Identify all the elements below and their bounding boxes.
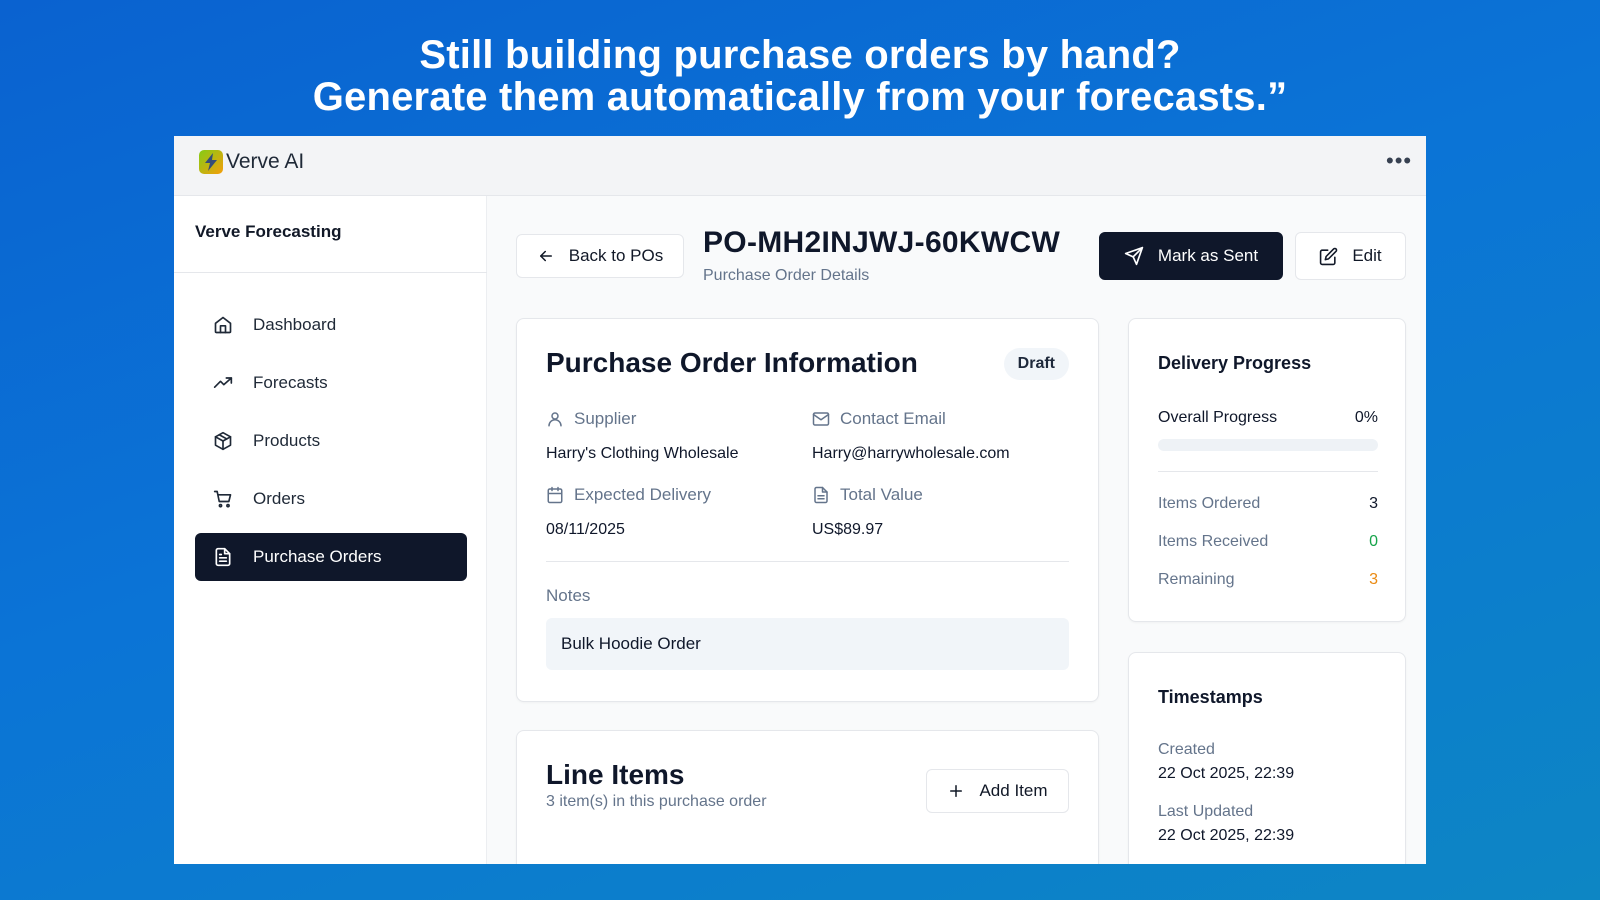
items-received-value: 0 [1369,533,1378,550]
add-item-button[interactable]: Add Item [926,769,1069,813]
card-title: Purchase Order Information [546,347,918,378]
sidebar-item-label: Orders [253,489,305,508]
user-icon [548,412,562,427]
remaining-row: Remaining 3 [1158,571,1378,589]
timestamps-card: Timestamps Created 22 Oct 2025, 22:39 La… [1128,652,1406,864]
created-label: Created [1158,741,1215,758]
total-label-text: Total Value [840,485,923,504]
remaining-value: 3 [1369,571,1378,588]
total-label: Total Value [812,485,923,505]
sidebar: Verve Forecasting Dashboard Forecasts Pr… [174,196,487,864]
overall-progress-row: Overall Progress 0% [1158,409,1378,427]
package-icon [214,431,232,451]
sidebar-nav: Dashboard Forecasts Products Orders Purc… [195,301,467,591]
add-item-label: Add Item [979,781,1048,800]
total-value: US$89.97 [812,521,884,538]
email-value: Harry@harrywholesale.com [812,445,1010,462]
email-label-text: Contact Email [840,409,946,428]
calendar-icon [547,486,563,504]
mark-sent-label: Mark as Sent [1157,246,1259,265]
page-subtitle: Purchase Order Details [703,267,870,284]
back-label: Back to POs [568,246,664,265]
delivery-label: Expected Delivery [546,485,711,505]
timestamps-title: Timestamps [1158,687,1263,707]
sidebar-item-label: Purchase Orders [253,547,382,566]
cart-icon [213,490,232,508]
file-icon [814,486,828,504]
sidebar-item-label: Forecasts [253,373,328,392]
items-received-label: Items Received [1158,533,1269,550]
page-title: PO-MH2INJWJ-60KWCW [703,226,1061,259]
sidebar-divider [174,272,487,273]
overall-progress-label: Overall Progress [1158,409,1278,426]
delivery-divider [1158,471,1378,472]
po-information-card: Purchase Order Information Draft Supplie… [516,318,1099,702]
line-items-subtitle: 3 item(s) in this purchase order [546,793,767,810]
promo-headline: Still building purchase orders by hand? … [0,34,1600,118]
sidebar-item-forecasts[interactable]: Forecasts [195,359,467,407]
info-divider [546,561,1069,562]
headline-line-2: Generate them automatically from your fo… [312,75,1288,119]
updated-label: Last Updated [1158,803,1254,820]
created-value: 22 Oct 2025, 22:39 [1158,765,1295,782]
back-to-pos-button[interactable]: Back to POs [516,234,684,278]
main-content: Back to POs PO-MH2INJWJ-60KWCW Purchase … [487,196,1426,864]
supplier-label: Supplier [546,409,636,429]
items-received-row: Items Received 0 [1158,533,1378,551]
sidebar-item-purchase-orders[interactable]: Purchase Orders [195,533,467,581]
plus-icon [950,785,963,797]
sidebar-item-label: Products [253,431,321,450]
edit-button[interactable]: Edit [1295,232,1406,280]
brand[interactable]: Verve AI [199,150,304,174]
edit-icon [1320,247,1338,265]
items-ordered-label: Items Ordered [1158,495,1261,512]
delivery-value: 08/11/2025 [546,521,625,538]
supplier-value: Harry's Clothing Wholesale [546,445,739,462]
top-bar: Verve AI ••• [174,136,1426,196]
notes-label: Notes [546,586,591,605]
remaining-label: Remaining [1158,571,1235,588]
progress-bar [1158,439,1378,451]
mark-as-sent-button[interactable]: Mark as Sent [1099,232,1283,280]
brand-name: Verve AI [226,150,305,173]
file-text-icon [215,547,231,567]
app-window: Verve AI ••• Verve Forecasting Dashboard… [174,136,1426,864]
items-ordered-row: Items Ordered 3 [1158,495,1378,513]
headline-line-1: Still building purchase orders by hand? [419,33,1181,77]
send-icon [1124,246,1144,266]
arrow-left-icon [539,250,552,262]
items-ordered-value: 3 [1369,495,1378,512]
sidebar-item-orders[interactable]: Orders [195,475,467,523]
email-label: Contact Email [812,409,946,429]
notes-box: Bulk Hoodie Order [546,618,1069,670]
home-icon [214,316,232,334]
edit-label: Edit [1352,246,1382,265]
overall-progress-value: 0% [1354,409,1378,426]
line-items-card: Line Items 3 item(s) in this purchase or… [516,730,1099,864]
line-items-title: Line Items [546,759,685,790]
sidebar-title: Verve Forecasting [195,222,342,241]
updated-value: 22 Oct 2025, 22:39 [1158,827,1295,844]
status-badge: Draft [1003,348,1069,380]
sidebar-item-dashboard[interactable]: Dashboard [195,301,467,349]
delivery-title: Delivery Progress [1158,353,1312,373]
delivery-progress-card: Delivery Progress Overall Progress 0% It… [1128,318,1406,622]
delivery-label-text: Expected Delivery [574,485,712,504]
bolt-logo-icon [199,150,223,174]
supplier-label-text: Supplier [574,409,637,428]
mail-icon [812,412,830,426]
sidebar-item-label: Dashboard [253,315,337,334]
sidebar-item-products[interactable]: Products [195,417,467,465]
more-horizontal-icon[interactable]: ••• [1386,150,1411,174]
trending-up-icon [213,377,233,388]
